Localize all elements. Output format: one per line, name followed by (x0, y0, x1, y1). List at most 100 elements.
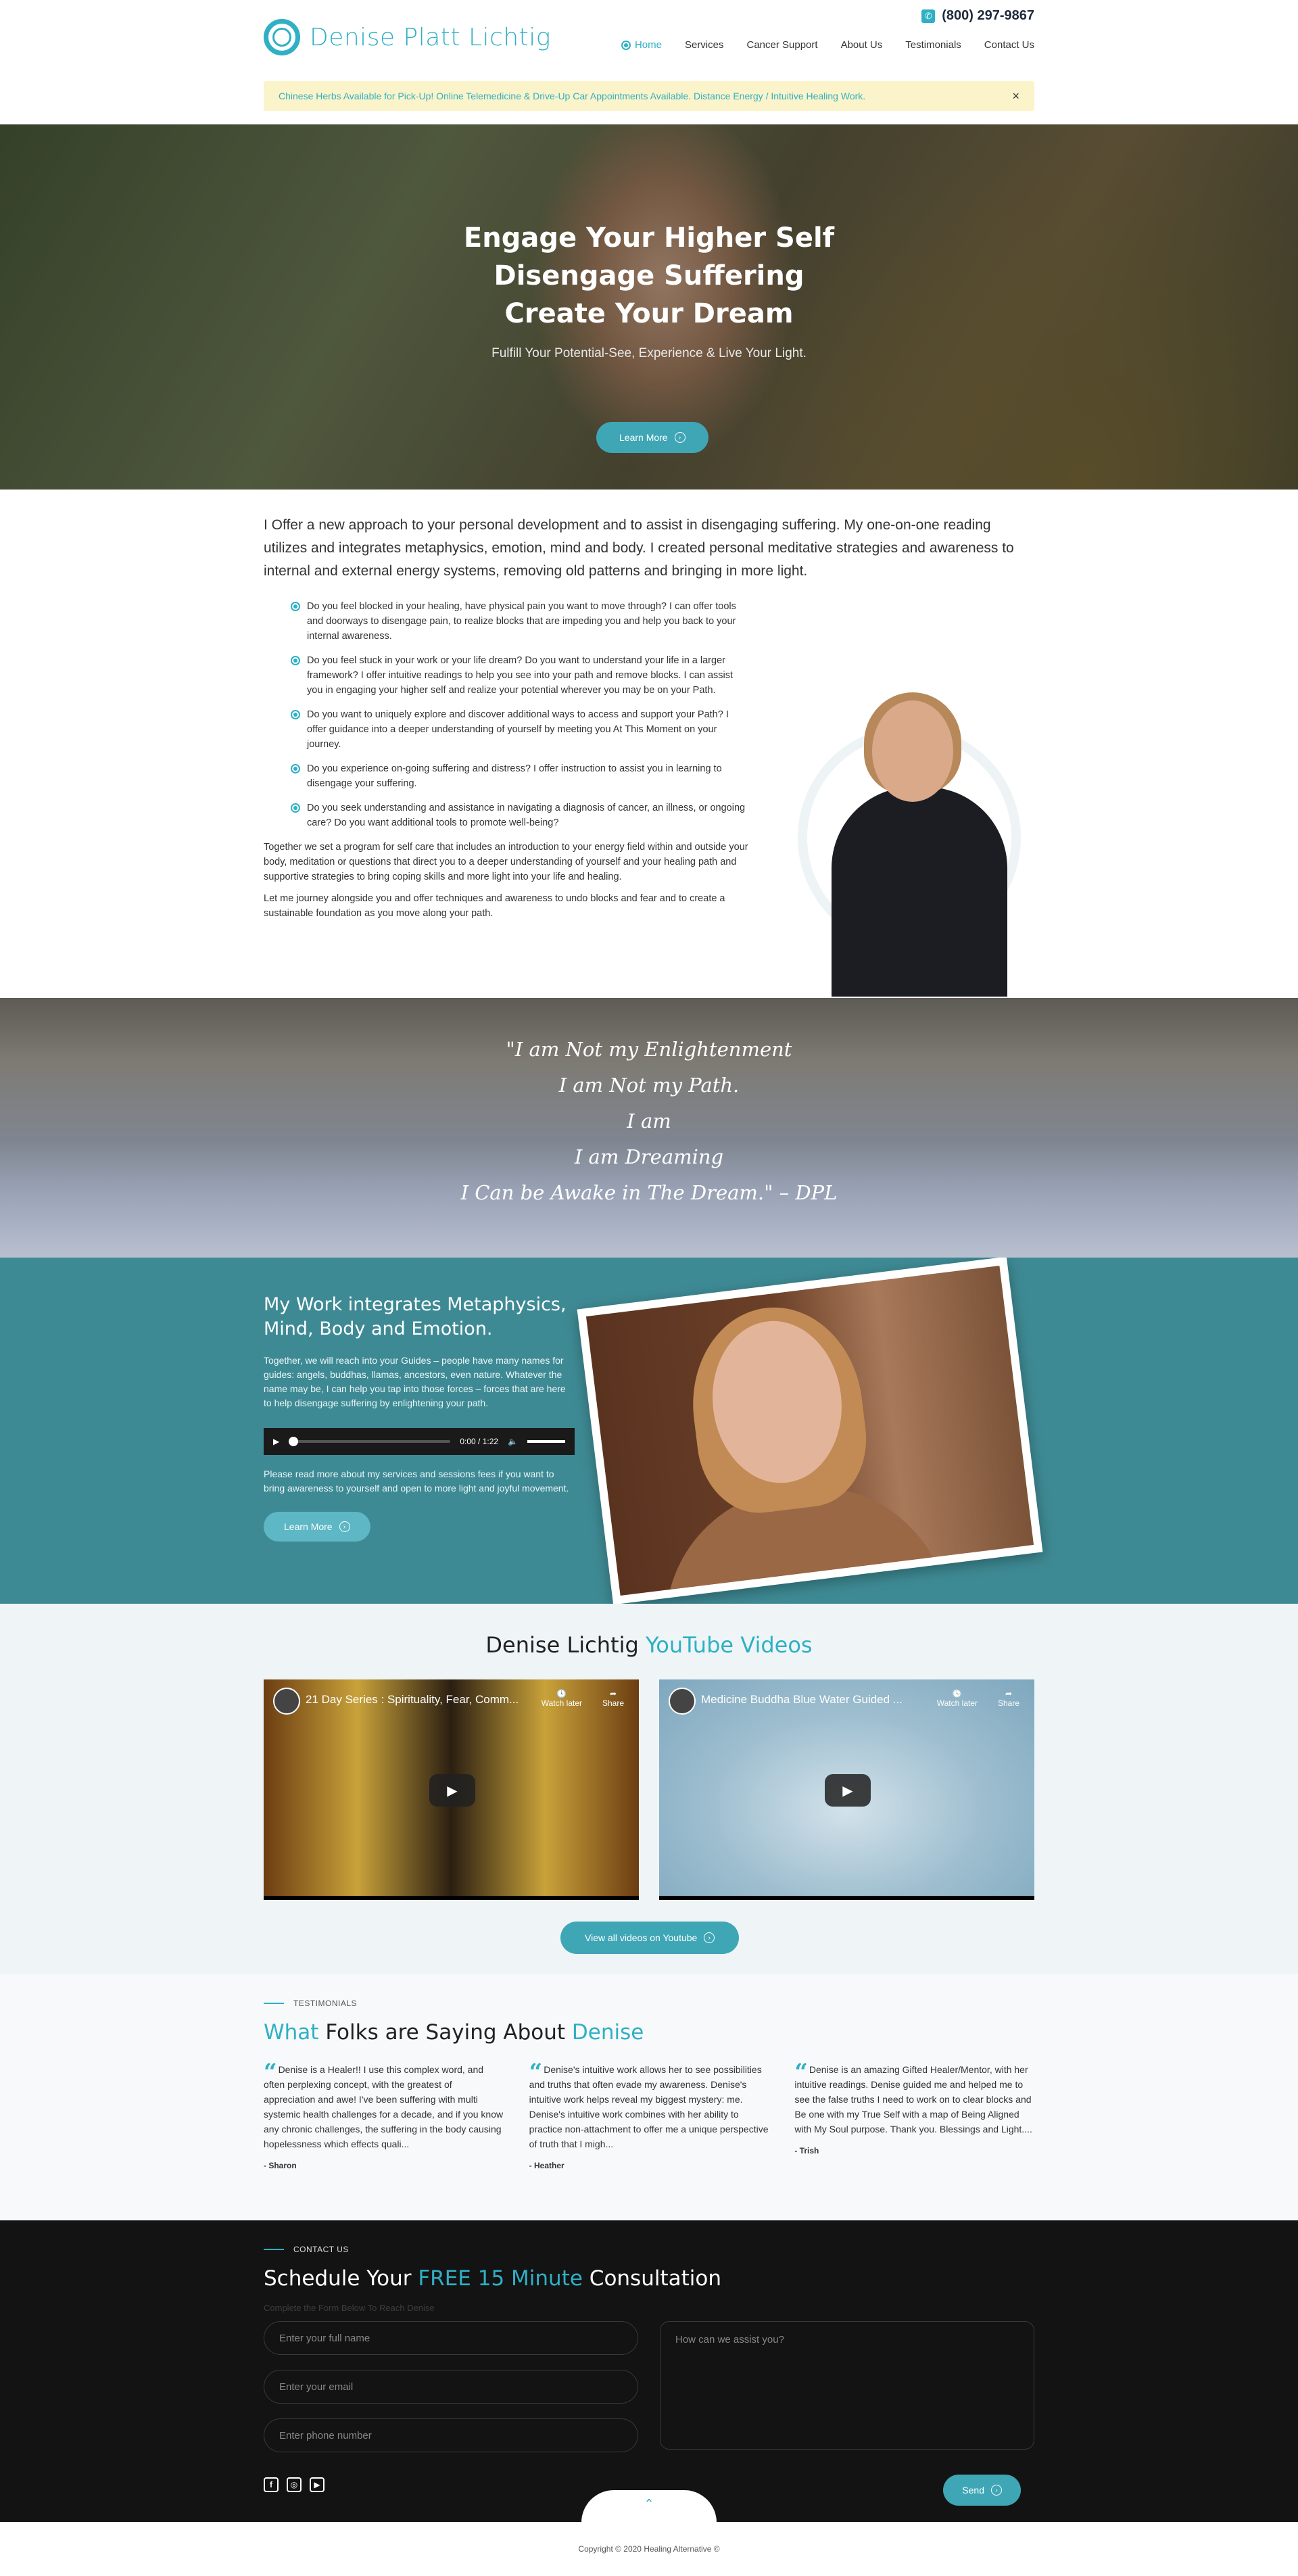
message-field[interactable]: How can we assist you? (660, 2321, 1034, 2450)
play-icon[interactable]: ▶ (429, 1774, 475, 1807)
logo-mark (264, 19, 300, 55)
site-logo[interactable]: Denise Platt Lichtig (264, 19, 551, 55)
video-embed-1[interactable]: 21 Day Series : Spirituality, Fear, Comm… (264, 1679, 639, 1900)
hero-line-1: Engage Your Higher Self (463, 222, 835, 254)
work-photo-image (585, 1266, 1034, 1596)
work-paragraph-1: Together, we will reach into your Guides… (264, 1355, 566, 1408)
eyebrow-line (264, 2249, 284, 2250)
channel-avatar[interactable] (669, 1688, 696, 1715)
contact-section: CONTACT US Schedule Your FREE 15 Minute … (0, 2220, 1298, 2523)
volume-slider[interactable] (527, 1440, 565, 1443)
video-embed-2[interactable]: Medicine Buddha Blue Water Guided ... 🕓 W… (659, 1679, 1034, 1900)
arrow-right-icon: › (339, 1521, 350, 1532)
quote-line-3: I am (627, 1110, 671, 1132)
video-title[interactable]: 21 Day Series : Spirituality, Fear, Comm… (306, 1693, 519, 1707)
hero-section: Engage Your Higher Self Disengage Suffer… (0, 124, 1298, 490)
work-learn-more-button[interactable]: Learn More › (264, 1512, 370, 1542)
testimonials-title: What Folks are Saying About Denise (264, 2020, 1034, 2045)
site-footer: Copyright © 2020 Healing Alternative © (0, 2522, 1298, 2576)
quote-text: "I am Not my Enlightenment I am Not my P… (0, 1032, 1298, 1211)
notice-text: Chinese Herbs Available for Pick-Up! Onl… (279, 91, 866, 101)
phone-field[interactable]: Enter phone number (264, 2418, 638, 2452)
work-title: My Work integrates Metaphysics, Mind, Bo… (264, 1294, 567, 1339)
view-all-label: View all videos on Youtube (585, 1932, 698, 1943)
share-button[interactable]: ➦ Share (602, 1689, 624, 1708)
share-label: Share (997, 1698, 1019, 1708)
title-accent-b: Denise (571, 2020, 644, 2045)
hero-learn-more-button[interactable]: Learn More › (596, 422, 708, 453)
title-accent: FREE 15 Minute (418, 2266, 583, 2291)
seek-knob[interactable] (289, 1437, 299, 1446)
list-item: Do you feel blocked in your healing, hav… (291, 599, 750, 644)
hero-headline: Engage Your Higher Self Disengage Suffer… (0, 219, 1298, 333)
work-photo (577, 1258, 1043, 1604)
intro-bullet-list: Do you feel blocked in your healing, hav… (291, 599, 750, 830)
quote-line-5: I Can be Awake in The Dream." – DPL (460, 1181, 838, 1204)
work-button-label: Learn More (284, 1521, 333, 1532)
testimonial-card: “Denise is an amazing Gifted Healer/Ment… (794, 2061, 1034, 2173)
nav-testimonials[interactable]: Testimonials (905, 39, 961, 51)
testimonial-text: Denise is a Healer!! I use this complex … (264, 2064, 504, 2149)
channel-avatar[interactable] (273, 1688, 300, 1715)
bullet-text: Do you experience on-going suffering and… (307, 763, 722, 789)
arrow-right-icon: › (704, 1932, 715, 1943)
quote-line-1: "I am Not my Enlightenment (506, 1038, 792, 1061)
email-field[interactable]: Enter your email (264, 2370, 638, 2404)
intro-paragraph-2: Let me journey alongside you and offer t… (264, 893, 725, 919)
bullet-text: Do you want to uniquely explore and disc… (307, 709, 729, 750)
play-icon[interactable]: ▶ (273, 1437, 279, 1446)
intro-paragraph-1: Together we set a program for self care … (264, 842, 748, 882)
youtube-icon[interactable]: ▶ (310, 2477, 324, 2492)
work-section: My Work integrates Metaphysics, Mind, Bo… (0, 1258, 1298, 1604)
instagram-icon[interactable]: ◎ (287, 2477, 302, 2492)
testimonial-text: Denise's intuitive work allows her to se… (529, 2064, 769, 2149)
play-icon[interactable]: ▶ (825, 1774, 871, 1807)
watch-later-button[interactable]: 🕓 Watch later (937, 1689, 978, 1708)
hero-subtitle: Fulfill Your Potential-See, Experience &… (491, 346, 807, 360)
nav-cancer-support[interactable]: Cancer Support (747, 39, 818, 51)
audio-player: ▶ 0:00 / 1:22 🔈 (264, 1428, 575, 1455)
facebook-icon[interactable]: f (264, 2477, 279, 2492)
logo-text: Denise Platt Lichtig (310, 23, 551, 51)
contact-eyebrow: CONTACT US (264, 2220, 1034, 2254)
list-item: Do you feel stuck in your work or your l… (291, 653, 750, 698)
view-all-videos-button[interactable]: View all videos on Youtube › (560, 1922, 740, 1954)
intro-section: I Offer a new approach to your personal … (264, 490, 1034, 998)
bullet-text: Do you feel stuck in your work or your l… (307, 655, 734, 696)
testimonial-author: - Sharon (264, 2161, 297, 2170)
phone-link[interactable]: ✆ (800) 297-9867 (921, 8, 1034, 24)
list-item: Do you seek understanding and assistance… (291, 801, 750, 830)
nav-home[interactable]: Home (621, 39, 662, 51)
video-title[interactable]: Medicine Buddha Blue Water Guided ... (701, 1693, 903, 1707)
bullet-icon (291, 656, 300, 665)
audio-seek-bar[interactable] (289, 1437, 451, 1446)
quote-line-4: I am Dreaming (574, 1145, 724, 1168)
nav-services[interactable]: Services (685, 39, 724, 51)
volume-icon[interactable]: 🔈 (508, 1437, 518, 1446)
share-button[interactable]: ➦ Share (998, 1689, 1019, 1708)
testimonial-list: “Denise is a Healer!! I use this complex… (264, 2061, 1034, 2173)
send-button[interactable]: Send › (943, 2475, 1021, 2506)
full-name-field[interactable]: Enter your full name (264, 2321, 638, 2355)
testimonial-author: - Trish (794, 2146, 819, 2155)
list-item: Do you experience on-going suffering and… (291, 761, 750, 791)
portrait-body (832, 787, 1007, 997)
title-middle: Folks are Saying About (325, 2020, 566, 2045)
nav-contact-us[interactable]: Contact Us (984, 39, 1034, 51)
testimonials-section: TESTIMONIALS What Folks are Saying About… (0, 1974, 1298, 2220)
close-icon[interactable]: × (1012, 89, 1019, 103)
nav-about-us[interactable]: About Us (841, 39, 883, 51)
audio-time: 0:00 / 1:22 (460, 1437, 499, 1446)
testimonial-card: “Denise's intuitive work allows her to s… (529, 2061, 769, 2173)
watch-later-button[interactable]: 🕓 Watch later (542, 1689, 582, 1708)
eyebrow-label: TESTIMONIALS (293, 1999, 358, 2008)
testimonials-eyebrow: TESTIMONIALS (264, 1974, 1034, 2008)
title-c: Consultation (589, 2266, 721, 2291)
hero-line-3: Create Your Dream (504, 298, 794, 329)
phone-icon: ✆ (921, 9, 936, 23)
intro-lead: I Offer a new approach to your personal … (264, 517, 1014, 579)
active-dot-icon (621, 40, 631, 50)
bullet-icon (291, 602, 300, 611)
main-nav: Home Services Cancer Support About Us Te… (621, 39, 1034, 51)
scroll-to-top-icon[interactable]: ⌃ (581, 2490, 717, 2523)
